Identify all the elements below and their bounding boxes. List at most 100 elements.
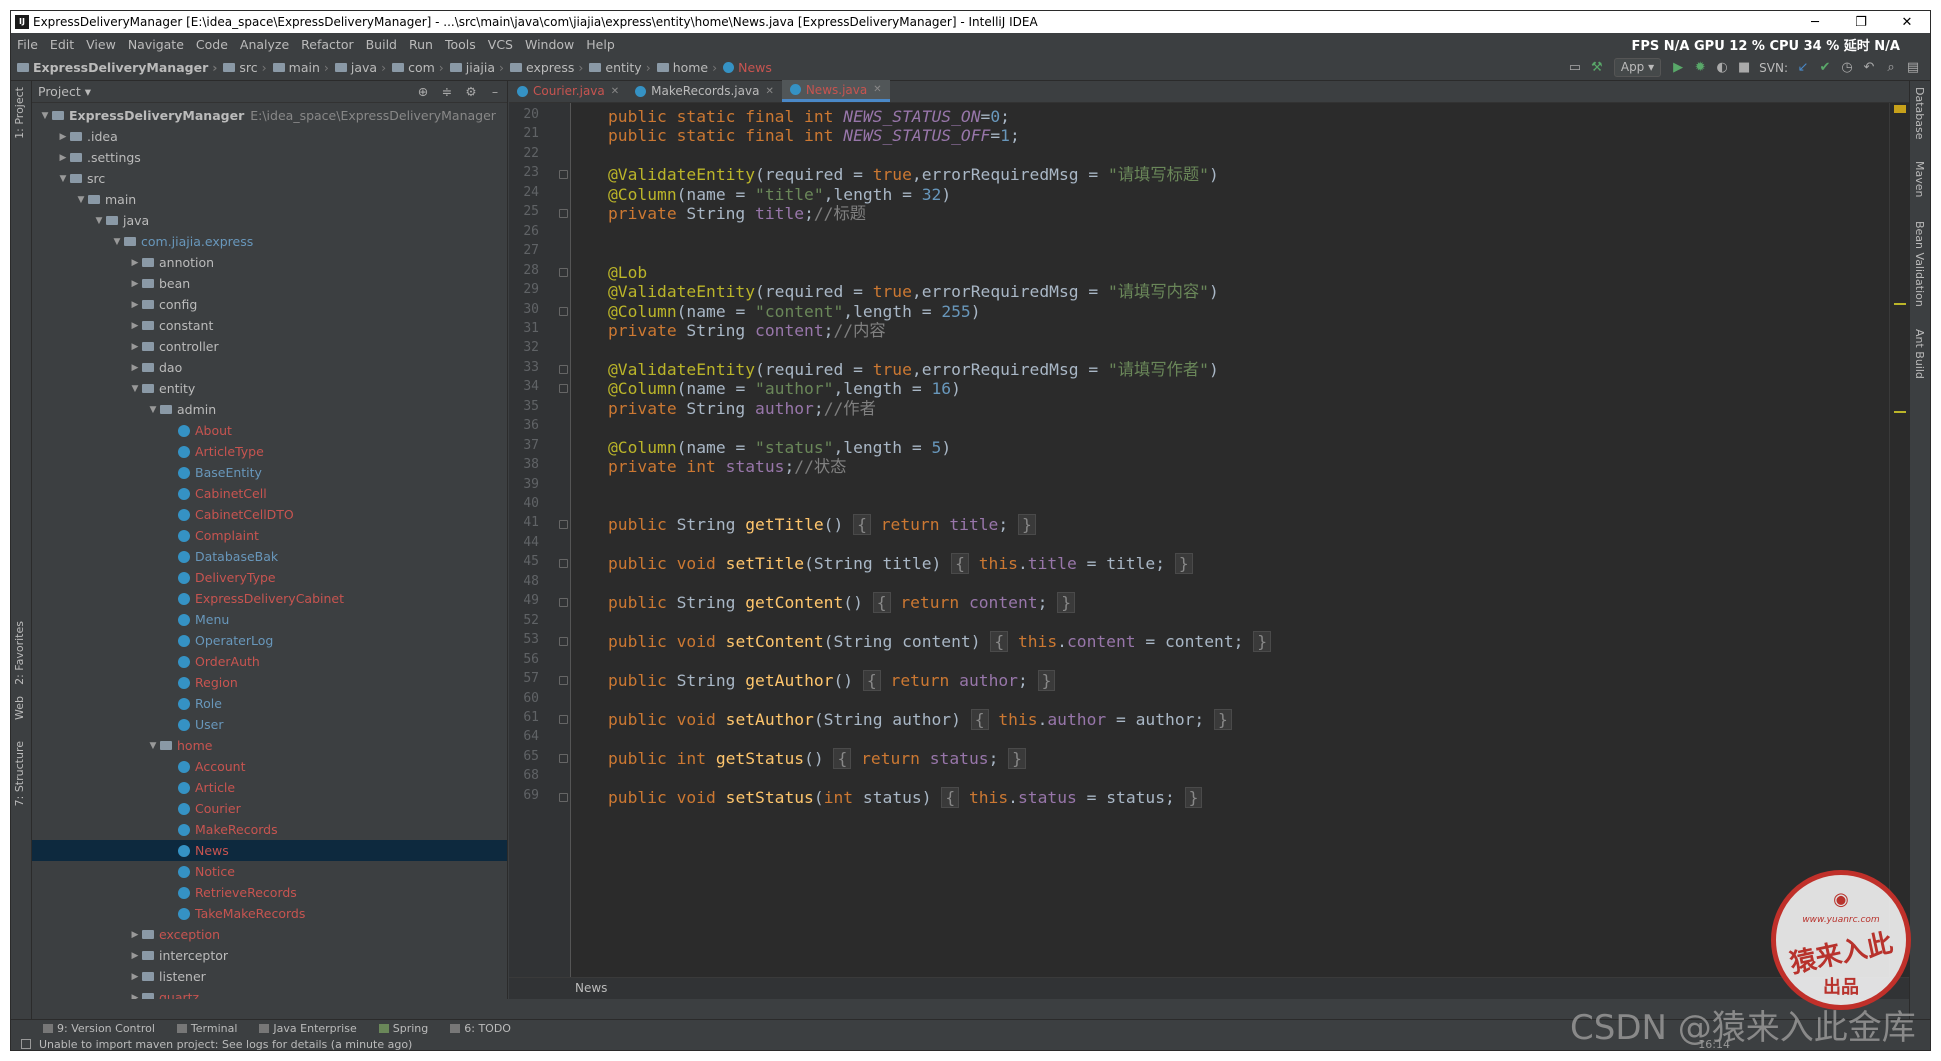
tool-tab-structure[interactable]: 7: Structure <box>13 741 26 806</box>
tool-tab-spring[interactable]: Spring <box>378 1022 428 1035</box>
code-line[interactable]: @Column(name = "author",length = 16) <box>608 379 961 399</box>
close-tab-icon[interactable]: ✕ <box>873 84 881 95</box>
collapse-arrow-icon[interactable]: ▶ <box>128 993 142 1000</box>
code-editor[interactable]: public static final int NEWS_STATUS_ON=0… <box>572 103 1889 993</box>
menu-tools[interactable]: Tools <box>439 37 482 52</box>
stop-icon[interactable]: ■ <box>1733 60 1755 75</box>
project-structure-icon[interactable]: ▭ <box>1564 60 1586 75</box>
svn-commit-icon[interactable]: ✔ <box>1814 60 1836 75</box>
collapse-arrow-icon[interactable]: ▶ <box>128 300 142 310</box>
fold-marker-icon[interactable] <box>559 559 568 569</box>
code-line[interactable]: @ValidateEntity(required = true,errorReq… <box>608 282 1219 302</box>
tree-node[interactable]: ▶ bean <box>32 273 507 294</box>
expand-arrow-icon[interactable]: ▼ <box>146 405 160 415</box>
tree-node[interactable]: OperaterLog <box>32 630 507 651</box>
tree-node[interactable]: TakeMakeRecords <box>32 903 507 924</box>
fold-marker-icon[interactable] <box>559 170 568 180</box>
tree-node[interactable]: Menu <box>32 609 507 630</box>
tree-node[interactable]: CabinetCell <box>32 483 507 504</box>
settings-icon[interactable]: ▤ <box>1902 60 1924 75</box>
tree-node[interactable]: ▶ dao <box>32 357 507 378</box>
locate-icon[interactable]: ⊕ <box>411 84 435 99</box>
collapse-arrow-icon[interactable]: ▶ <box>128 363 142 373</box>
tree-node[interactable]: BaseEntity <box>32 462 507 483</box>
collapse-arrow-icon[interactable]: ▶ <box>128 279 142 289</box>
tree-node[interactable]: Article <box>32 777 507 798</box>
tree-node[interactable]: ▶ quartz <box>32 987 507 999</box>
fold-marker-icon[interactable] <box>559 676 568 686</box>
tab-news[interactable]: News.java ✕ <box>781 80 890 102</box>
tree-node[interactable]: ▶ listener <box>32 966 507 987</box>
tree-node[interactable]: ▶ annotion <box>32 252 507 273</box>
code-line[interactable]: public String getAuthor() { return autho… <box>608 670 1056 692</box>
menu-analyze[interactable]: Analyze <box>234 37 295 52</box>
tree-node[interactable]: ▼ entity <box>32 378 507 399</box>
menu-vcs[interactable]: VCS <box>482 37 519 52</box>
tree-node[interactable]: Notice <box>32 861 507 882</box>
collapse-arrow-icon[interactable]: ▶ <box>128 930 142 940</box>
menu-code[interactable]: Code <box>190 37 234 52</box>
tree-node[interactable]: OrderAuth <box>32 651 507 672</box>
tree-node[interactable]: DatabaseBak <box>32 546 507 567</box>
tree-node[interactable]: ▼ admin <box>32 399 507 420</box>
breadcrumb-src[interactable]: src › <box>217 60 267 75</box>
tree-node[interactable]: ▼ ExpressDeliveryManager E:\idea_space\Exp… <box>32 105 507 126</box>
code-line[interactable]: public void setTitle(String title) { thi… <box>608 553 1193 575</box>
tool-tab-maven[interactable]: Maven <box>1913 161 1926 197</box>
fold-marker-icon[interactable] <box>559 209 568 219</box>
fold-marker-icon[interactable] <box>559 306 568 316</box>
fold-marker-icon[interactable] <box>559 384 568 394</box>
fold-marker-icon[interactable] <box>559 753 568 763</box>
menu-run[interactable]: Run <box>403 37 439 52</box>
tree-node[interactable]: ▼ home <box>32 735 507 756</box>
svn-update-icon[interactable]: ↙ <box>1792 60 1814 75</box>
toggle-tool-windows-icon[interactable] <box>21 1039 31 1049</box>
expand-arrow-icon[interactable]: ▼ <box>110 237 124 247</box>
tool-tab-web[interactable]: Web <box>13 696 26 720</box>
collapse-all-icon[interactable]: ≑ <box>435 84 459 99</box>
collapse-arrow-icon[interactable]: ▶ <box>128 258 142 268</box>
tree-node[interactable]: News <box>32 840 507 861</box>
tool-tab-version-control[interactable]: 9: Version Control <box>43 1022 155 1035</box>
coverage-icon[interactable]: ◐ <box>1711 60 1733 75</box>
error-stripe-mark[interactable] <box>1894 303 1906 305</box>
code-line[interactable]: private int status;//状态 <box>608 457 846 477</box>
code-line[interactable]: public static final int NEWS_STATUS_OFF=… <box>608 126 1020 146</box>
editor-breadcrumb[interactable]: News <box>509 977 1911 999</box>
close-tab-icon[interactable]: ✕ <box>765 86 773 97</box>
fold-marker-icon[interactable] <box>559 637 568 647</box>
fold-marker-icon[interactable] <box>559 792 568 802</box>
fold-marker-icon[interactable] <box>559 714 568 724</box>
code-line[interactable]: @Column(name = "content",length = 255) <box>608 302 981 322</box>
fold-marker-icon[interactable] <box>559 364 568 374</box>
expand-arrow-icon[interactable]: ▼ <box>56 174 70 184</box>
tool-tab-todo[interactable]: 6: TODO <box>450 1022 511 1035</box>
fold-marker-icon[interactable] <box>559 267 568 277</box>
tree-node[interactable]: Account <box>32 756 507 777</box>
menu-file[interactable]: File <box>11 37 44 52</box>
editor-scrollbar[interactable] <box>1889 103 1911 993</box>
tree-node[interactable]: ▼ java <box>32 210 507 231</box>
breadcrumb-jiajia[interactable]: jiajia › <box>444 60 504 75</box>
maximize-button[interactable]: ❐ <box>1838 15 1884 30</box>
menu-window[interactable]: Window <box>519 37 580 52</box>
menu-navigate[interactable]: Navigate <box>122 37 190 52</box>
code-line[interactable]: public void setAuthor(String author) { t… <box>608 708 1232 730</box>
tool-tab-terminal[interactable]: Terminal <box>176 1022 237 1035</box>
tool-tab-ant-build[interactable]: Ant Build <box>1913 329 1926 379</box>
tree-node[interactable]: ▶ constant <box>32 315 507 336</box>
collapse-arrow-icon[interactable]: ▶ <box>128 972 142 982</box>
tree-node[interactable]: About <box>32 420 507 441</box>
gear-icon[interactable]: ⚙ <box>459 84 483 99</box>
breadcrumb-home[interactable]: home › <box>651 60 717 75</box>
tab-courier[interactable]: Courier.java ✕ <box>509 80 627 102</box>
tool-tab-database[interactable]: Database <box>1913 87 1926 140</box>
tree-node[interactable]: Region <box>32 672 507 693</box>
status-message[interactable]: Unable to import maven project: See logs… <box>39 1038 412 1051</box>
breadcrumb-project[interactable]: ExpressDeliveryManager › <box>11 60 217 75</box>
breadcrumb-com[interactable]: com › <box>386 60 444 75</box>
debug-icon[interactable]: ✹ <box>1689 60 1711 75</box>
history-icon[interactable]: ◷ <box>1836 60 1858 75</box>
breadcrumb-java[interactable]: java › <box>329 60 386 75</box>
tree-node[interactable]: DeliveryType <box>32 567 507 588</box>
